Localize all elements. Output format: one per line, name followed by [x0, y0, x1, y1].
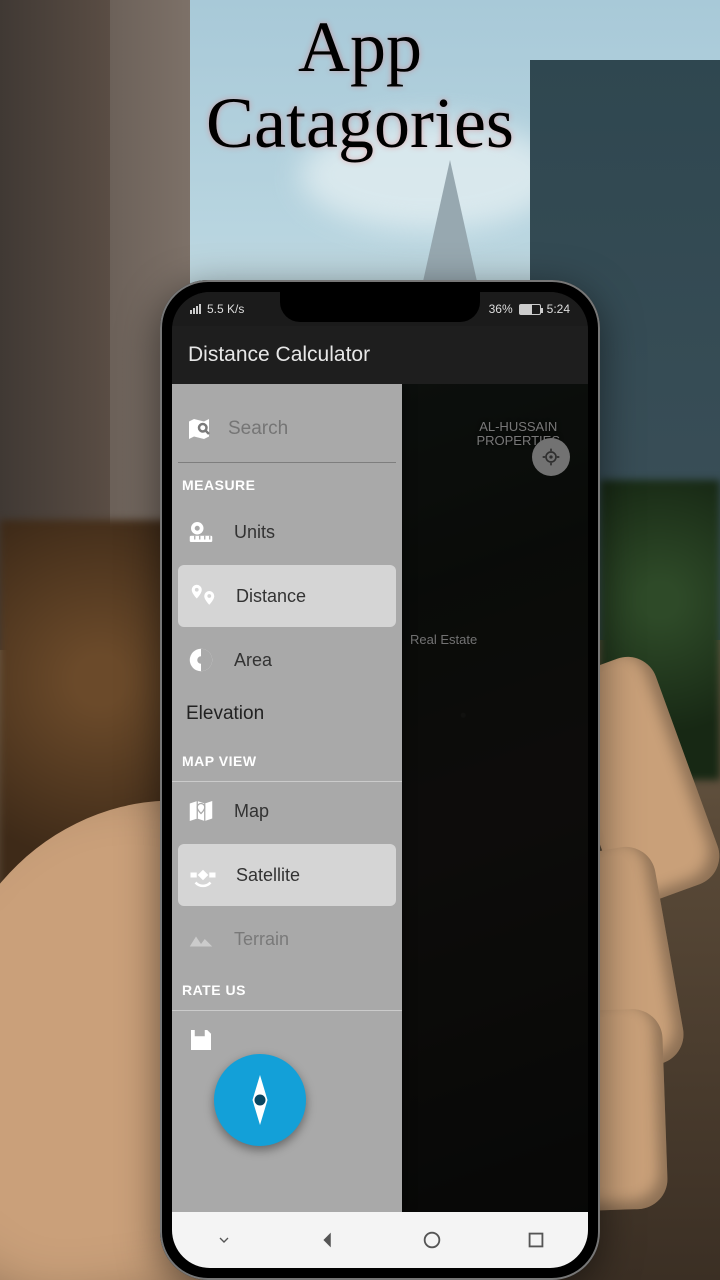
sidebar-item-area[interactable]: Area: [172, 631, 402, 689]
satellite-icon: [184, 860, 222, 890]
phone-screen: 5.5 K/s 36% 5:24 Distance Calculator AL-…: [172, 292, 588, 1268]
nav-home-button[interactable]: [411, 1219, 453, 1261]
sidebar-item-label: Satellite: [236, 865, 300, 886]
sidebar-item-units[interactable]: Units: [172, 503, 402, 561]
sidebar-item-elevation[interactable]: Elevation: [172, 689, 402, 739]
nav-recent-button[interactable]: [515, 1219, 557, 1261]
status-time: 5:24: [547, 302, 570, 316]
phone-notch: [280, 292, 480, 322]
sidebar-item-label: Area: [234, 650, 272, 671]
terrain-icon: [182, 924, 220, 954]
section-header-rateus: RATE US: [172, 968, 402, 1008]
battery-icon: [519, 304, 541, 315]
signal-icon: [190, 304, 201, 314]
sidebar-item-label: Distance: [236, 586, 306, 607]
app-title: Distance Calculator: [188, 343, 370, 367]
map-search-icon: [184, 414, 214, 444]
sidebar-item-distance[interactable]: Distance: [178, 565, 396, 627]
status-left: 5.5 K/s: [190, 302, 244, 316]
drawer-scrim[interactable]: [402, 384, 588, 1212]
app-bar: Distance Calculator: [172, 326, 588, 384]
sidebar-item-label: Units: [234, 522, 275, 543]
ruler-icon: [182, 517, 220, 547]
area-icon: [182, 645, 220, 675]
section-header-mapview: MAP VIEW: [172, 739, 402, 779]
distance-icon: [184, 581, 222, 611]
promo-title-line1: App: [298, 7, 422, 87]
sidebar-item-label: Map: [234, 801, 269, 822]
nav-back-button[interactable]: [307, 1219, 349, 1261]
sidebar-item-terrain[interactable]: Terrain: [172, 910, 402, 968]
phone-frame: 5.5 K/s 36% 5:24 Distance Calculator AL-…: [160, 280, 600, 1280]
net-speed: 5.5 K/s: [207, 302, 244, 316]
compass-icon: [230, 1070, 290, 1130]
system-nav-bar: [172, 1212, 588, 1268]
sidebar-item-save[interactable]: [172, 1011, 402, 1069]
sidebar-item-label: Elevation: [186, 703, 264, 725]
battery-pct: 36%: [489, 302, 513, 316]
compass-fab[interactable]: [214, 1054, 306, 1146]
search-row[interactable]: [172, 384, 402, 462]
save-icon: [182, 1025, 220, 1055]
promo-title: App Catagories: [0, 10, 720, 161]
map-icon: [182, 796, 220, 826]
nav-caret-button[interactable]: [203, 1219, 245, 1261]
search-input[interactable]: [228, 418, 402, 440]
status-right: 36% 5:24: [489, 302, 570, 316]
promo-title-line2: Catagories: [206, 83, 514, 163]
section-header-measure: MEASURE: [172, 463, 402, 503]
sidebar-item-map[interactable]: Map: [172, 782, 402, 840]
sidebar-item-satellite[interactable]: Satellite: [178, 844, 396, 906]
sidebar-item-label: Terrain: [234, 929, 289, 950]
